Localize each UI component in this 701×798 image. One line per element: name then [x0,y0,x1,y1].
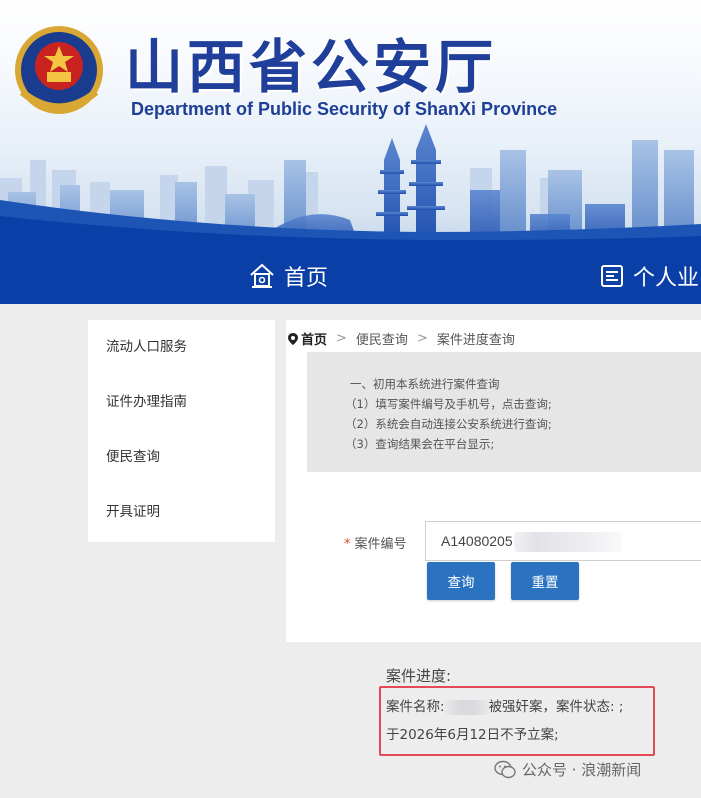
reset-button[interactable]: 重置 [511,562,579,600]
nav-personal-business[interactable]: 个人业 [599,248,699,304]
breadcrumb-separator: > [336,331,347,346]
instruction-line: （2）系统会自动连接公安系统进行查询; [345,417,552,431]
redaction-blur [514,532,622,552]
site-title-cn: 山西省公安厅 [125,33,498,101]
police-emblem-icon [15,26,103,114]
site-title-en: Department of Public Security of ShanXi … [131,99,558,119]
sidebar-menu: 流动人口服务 证件办理指南 便民查询 开具证明 [88,320,275,542]
sidebar-item-certificate-guide[interactable]: 证件办理指南 [88,375,275,430]
site-banner: 山西省公安厅 Department of Public Security of … [0,0,701,248]
query-button[interactable]: 查询 [427,562,495,600]
case-number-label-text: 案件编号 [354,537,407,552]
location-pin-icon [288,332,298,345]
breadcrumb-case-progress[interactable]: 案件进度查询 [437,329,515,348]
nav-home-label: 首页 [284,266,329,291]
instructions-box: 一、初用本系统进行案件查询 （1）填写案件编号及手机号，点击查询; （2）系统会… [307,352,701,472]
nav-home[interactable]: 首页 [248,248,328,304]
instruction-line: （1）填写案件编号及手机号，点击查询; [345,397,552,411]
case-name-prefix: 案件名称: [386,699,445,715]
breadcrumb-home[interactable]: 首页 [301,329,327,348]
instruction-line: 一、初用本系统进行案件查询 [350,377,500,391]
watermark: 公众号 · 浪潮新闻 [494,759,641,780]
breadcrumb-convenience-query[interactable]: 便民查询 [356,329,408,348]
redaction-blur [444,699,489,715]
nav-personal-label: 个人业 [633,266,700,291]
wechat-icon [494,760,516,778]
sidebar-item-floating-population[interactable]: 流动人口服务 [88,320,275,375]
breadcrumb: 首页 > 便民查询 > 案件进度查询 [287,329,515,348]
case-decision-line: 于2026年6月12日不予立案; [386,727,559,743]
city-skyline-illustration [0,124,701,248]
case-progress-title: 案件进度: [386,667,452,685]
required-marker: * [344,537,351,552]
sidebar-item-issue-certificate[interactable]: 开具证明 [88,485,275,540]
case-name-line: 案件名称: 被强奸案，案件状态: ; [386,695,623,715]
breadcrumb-separator: > [416,331,428,346]
instruction-line: （3）查询结果会在平台显示; [345,437,495,451]
case-number-label: * 案件编号 [344,533,407,552]
sidebar-item-convenience-query[interactable]: 便民查询 [88,430,275,485]
main-nav: 首页 个人业 [0,248,701,304]
case-status-text: 被强奸案，案件状态: ; [488,699,624,715]
watermark-text: 公众号 · 浪潮新闻 [522,761,642,779]
id-card-icon [601,265,623,287]
home-icon [250,263,274,288]
